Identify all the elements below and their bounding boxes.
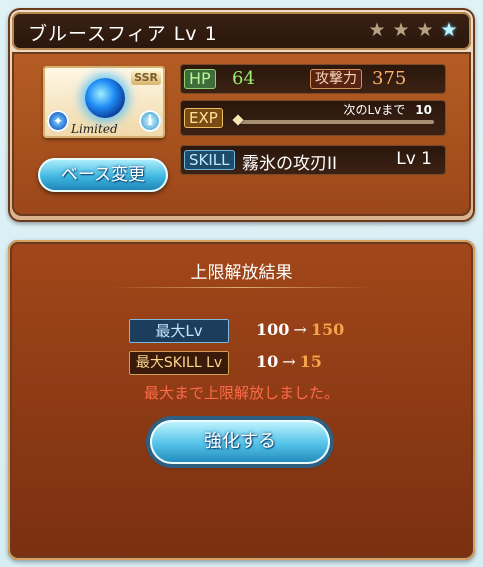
limited-label: Limited bbox=[71, 122, 118, 136]
exp-row: EXP 次のLvまで 10 bbox=[180, 100, 446, 136]
exp-label: EXP bbox=[184, 108, 223, 128]
weapon-title: ブルースフィア Lv 1 bbox=[28, 23, 218, 45]
weapon-card[interactable]: SSR ✦ i Limited bbox=[43, 66, 165, 138]
skill-row[interactable]: SKILL 霧氷の攻刃II Lv 1 bbox=[180, 145, 446, 175]
rarity-stars: ★ ★ ★ ★ bbox=[367, 20, 459, 40]
star-icon: ★ bbox=[368, 19, 386, 41]
attack-value: 375 bbox=[372, 68, 407, 89]
max-skill-label: 最大SKILL Lv bbox=[129, 351, 229, 375]
hp-label: HP bbox=[184, 69, 216, 89]
exp-progress-bar bbox=[238, 120, 434, 124]
star-icon-active: ★ bbox=[440, 19, 458, 41]
exp-next-label: 次のLvまで bbox=[343, 103, 406, 117]
max-level-values: 100 → 150 bbox=[256, 320, 344, 339]
max-level-new: 150 bbox=[310, 320, 345, 339]
title-bar: ブルースフィア Lv 1 ★ ★ ★ ★ bbox=[12, 12, 471, 50]
change-base-button[interactable]: ベース変更 bbox=[38, 158, 168, 192]
enhance-button[interactable]: 強化する bbox=[150, 420, 330, 464]
water-element-icon: ✦ bbox=[47, 110, 69, 132]
hp-value: 64 bbox=[232, 68, 255, 89]
star-icon: ★ bbox=[416, 19, 434, 41]
skill-label: SKILL bbox=[184, 150, 235, 170]
arrow-icon: → bbox=[282, 352, 296, 371]
max-skill-values: 10 → 15 bbox=[256, 352, 322, 371]
hp-atk-row: HP 64 攻撃力 375 bbox=[180, 64, 446, 94]
max-skill-new: 15 bbox=[299, 352, 322, 371]
title-divider bbox=[110, 287, 373, 288]
exp-next-value: 10 bbox=[415, 103, 432, 117]
max-level-old: 100 bbox=[256, 320, 290, 339]
ssr-badge: SSR bbox=[131, 70, 161, 85]
max-skill-old: 10 bbox=[256, 352, 279, 371]
skill-name: 霧氷の攻刃II bbox=[242, 154, 338, 174]
result-message: 最大まで上限解放しました。 bbox=[143, 384, 339, 402]
exp-next-level: 次のLvまで 10 bbox=[344, 101, 433, 118]
skill-level: Lv 1 bbox=[396, 149, 432, 169]
blue-sphere-image bbox=[85, 78, 125, 118]
attack-label: 攻撃力 bbox=[310, 69, 362, 89]
star-icon: ★ bbox=[392, 19, 410, 41]
max-level-label: 最大Lv bbox=[129, 319, 229, 343]
arrow-icon: → bbox=[293, 320, 307, 339]
result-title: 上限解放結果 bbox=[190, 263, 293, 283]
info-icon[interactable]: i bbox=[139, 110, 161, 132]
